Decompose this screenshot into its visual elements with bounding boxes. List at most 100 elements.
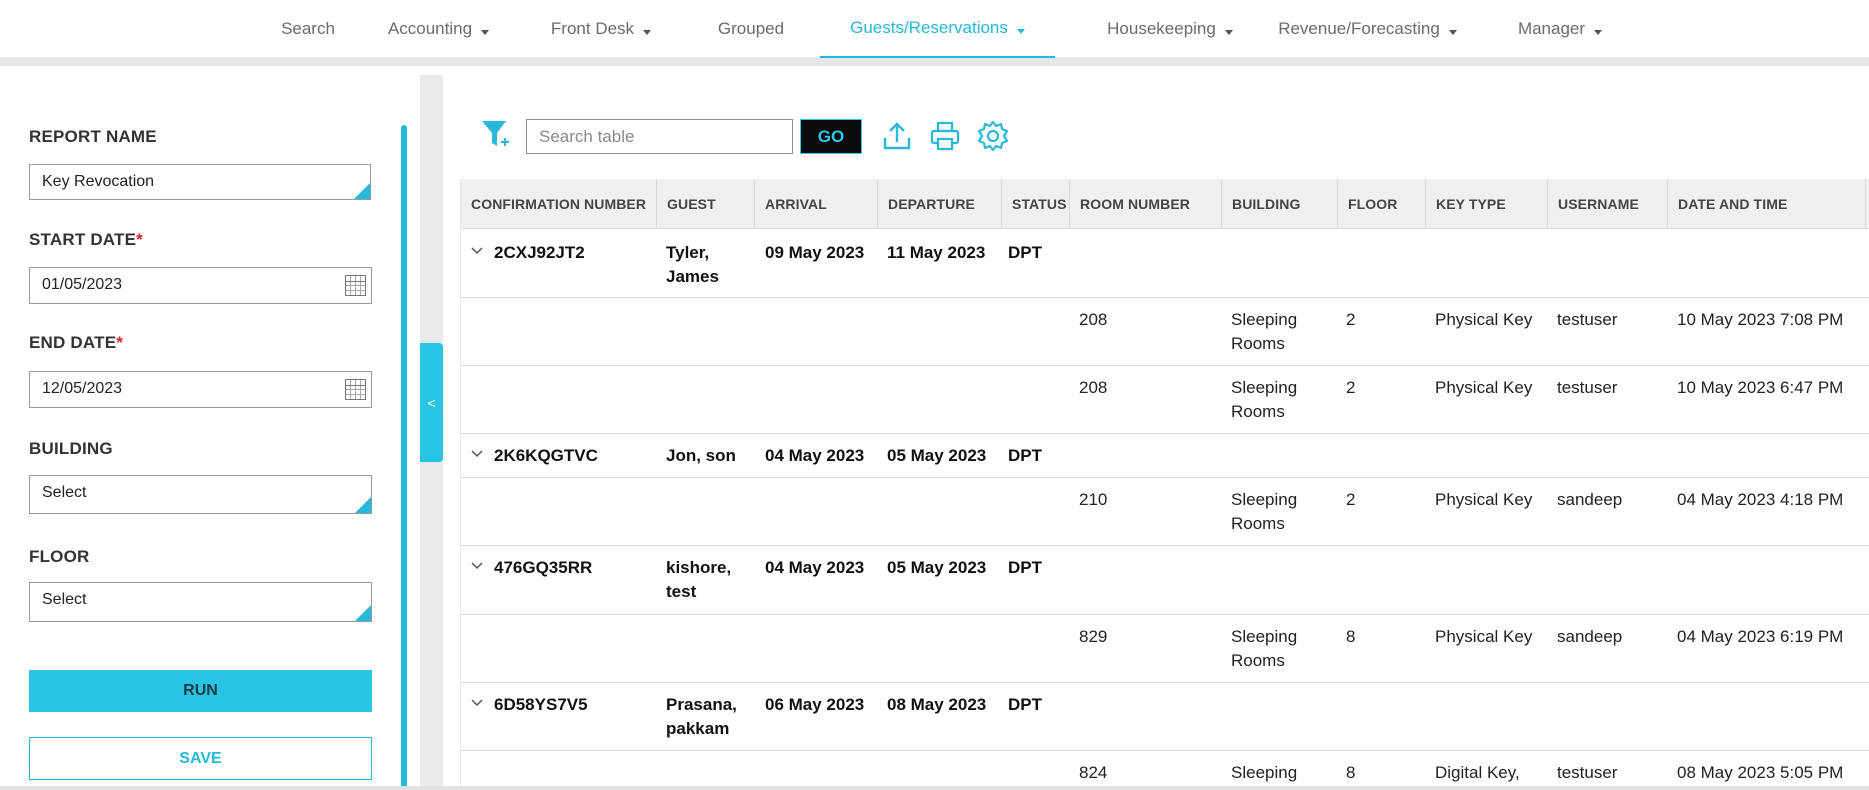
building-label: BUILDING [29,439,113,458]
table-row-group[interactable]: 2K6KQGTVC Jon, son 04 May 2023 05 May 20… [461,434,1869,478]
status-cell: DPT [1008,558,1042,577]
nav-item-guests-reservations[interactable]: Guests/Reservations [820,0,1055,58]
table-row-detail[interactable]: 210 Sleeping Rooms 2 Physical Key sandee… [461,478,1869,546]
end-date-field[interactable]: 12/05/2023 [29,371,372,408]
nav-label: Manager [1517,19,1586,38]
nav-label: Search [281,19,335,38]
table-row-group[interactable]: 2CXJ92JT2 Tyler, James 09 May 2023 11 Ma… [461,229,1869,298]
nav-item-revenue-forecasting[interactable]: Revenue/Forecasting [1270,0,1465,58]
column-header-floor[interactable]: FLOOR [1338,179,1426,229]
confirmation-cell: 2K6KQGTVC [494,446,598,465]
room-cell: 210 [1079,490,1108,509]
guest-cell: Tyler, James [666,243,719,286]
datetime-cell: 04 May 2023 4:18 PM [1677,490,1844,509]
arrival-cell: 09 May 2023 [765,243,865,262]
column-header-guest[interactable]: GUEST [657,179,755,229]
run-button[interactable]: RUN [29,670,372,712]
nav-label: Guests/Reservations [850,18,1008,37]
nav-label: Revenue/Forecasting [1278,19,1440,38]
table-row-group[interactable]: 476GQ35RR kishore, test 04 May 2023 05 M… [461,546,1869,615]
filter-add-icon[interactable] [480,118,510,152]
caret-down-icon [1224,29,1233,35]
key-type-cell: Physical Key [1435,490,1533,509]
status-cell: DPT [1008,243,1042,262]
building-cell: Sleeping Rooms [1231,378,1298,421]
table-row-detail[interactable]: 208 Sleeping Rooms 2 Physical Key testus… [461,298,1869,366]
caret-down-icon [643,29,652,35]
table-row-detail[interactable]: 824 Sleeping 8 Digital Key, testuser 08 … [461,751,1869,790]
caret-down-icon [1016,28,1025,34]
print-icon[interactable] [929,120,961,152]
chevron-left-icon: < [427,394,436,411]
floor-label: FLOOR [29,547,90,566]
calendar-icon[interactable] [345,379,366,400]
table-row-group[interactable]: 6D58YS7V5 Prasana, pakkam 06 May 2023 08… [461,683,1869,751]
building-select-value: Select [42,484,87,501]
username-cell: testuser [1557,310,1618,329]
settings-gear-icon[interactable] [977,120,1009,152]
report-name-field[interactable]: Key Revocation [29,164,371,200]
confirmation-cell: 476GQ35RR [494,558,593,577]
departure-cell: 05 May 2023 [887,558,987,577]
floor-cell: 2 [1346,378,1356,397]
column-header-room-number[interactable]: ROOM NUMBER [1070,179,1222,229]
nav-item-accounting[interactable]: Accounting [372,0,505,58]
required-mark: * [136,230,143,249]
nav-item-grouped[interactable]: Grouped [700,0,802,58]
status-cell: DPT [1008,446,1042,465]
left-panel-scrollbar[interactable] [401,125,407,790]
resize-corner-icon [354,183,370,199]
table-row-detail[interactable]: 208 Sleeping Rooms 2 Physical Key testus… [461,366,1869,434]
horizontal-scrollbar[interactable] [0,786,1869,790]
start-date-label-text: START DATE [29,230,137,249]
column-header-key-type[interactable]: KEY TYPE [1426,179,1548,229]
guest-cell: Jon, son [666,446,736,465]
column-header-date-time[interactable]: DATE AND TIME [1668,179,1866,229]
column-header-status[interactable]: STATUS [1002,179,1070,229]
departure-cell: 11 May 2023 [887,243,986,262]
chevron-down-icon[interactable] [471,560,483,572]
building-select[interactable]: Select [29,475,372,514]
room-cell: 829 [1079,627,1108,646]
guest-cell: kishore, test [666,558,732,601]
username-cell: sandeep [1557,490,1623,509]
report-table: CONFIRMATION NUMBER GUEST ARRIVAL DEPART… [460,179,1869,790]
datetime-cell: 08 May 2023 5:05 PM [1677,763,1844,782]
arrival-cell: 06 May 2023 [765,695,865,714]
export-icon[interactable] [881,120,913,152]
column-header-departure[interactable]: DEPARTURE [878,179,1002,229]
chevron-down-icon[interactable] [471,697,483,709]
confirmation-cell: 6D58YS7V5 [494,695,588,714]
go-button[interactable]: GO [800,119,862,154]
nav-label: Housekeeping [1107,19,1216,38]
column-header-username[interactable]: USERNAME [1548,179,1668,229]
start-date-label: START DATE* [29,230,143,250]
start-date-field[interactable]: 01/05/2023 [29,267,372,304]
room-cell: 208 [1079,310,1108,329]
nav-item-front-desk[interactable]: Front Desk [537,0,665,58]
status-cell: DPT [1008,695,1042,714]
nav-item-search[interactable]: Search [262,0,354,58]
chevron-down-icon[interactable] [471,448,483,460]
building-cell: Sleeping Rooms [1231,627,1298,670]
nav-item-manager[interactable]: Manager [1505,0,1615,58]
chevron-down-icon[interactable] [471,245,483,257]
table-row-detail[interactable]: 829 Sleeping Rooms 8 Physical Key sandee… [461,615,1869,683]
collapse-panel-button[interactable]: < [420,343,443,462]
end-date-label: END DATE* [29,333,123,353]
column-header-confirmation[interactable]: CONFIRMATION NUMBER [461,179,657,229]
top-navigation: Search Accounting Front Desk Grouped Gue… [0,0,1869,66]
floor-select-value: Select [42,591,87,608]
end-date-value: 12/05/2023 [42,380,123,397]
report-name-value: Key Revocation [42,173,155,190]
column-header-building[interactable]: BUILDING [1222,179,1338,229]
datetime-cell: 10 May 2023 7:08 PM [1677,310,1844,329]
floor-select[interactable]: Select [29,582,372,622]
calendar-icon[interactable] [345,275,366,296]
search-input[interactable] [526,119,793,154]
save-button[interactable]: SAVE [29,737,372,780]
column-header-arrival[interactable]: ARRIVAL [755,179,878,229]
nav-item-housekeeping[interactable]: Housekeeping [1080,0,1260,58]
username-cell: sandeep [1557,627,1623,646]
floor-cell: 8 [1346,763,1356,782]
